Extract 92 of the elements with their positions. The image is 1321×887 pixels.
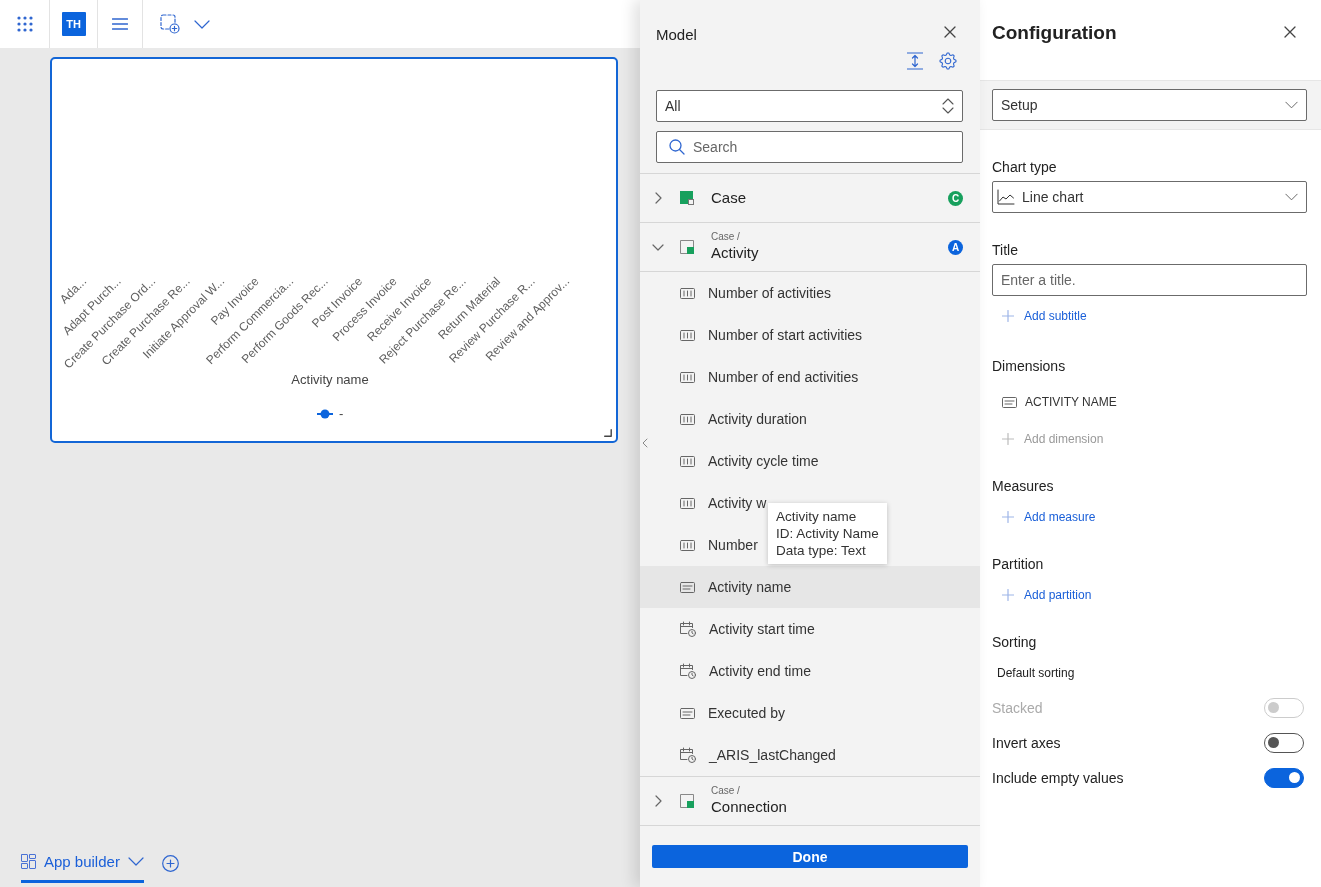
toggle-switch[interactable] bbox=[1264, 733, 1304, 753]
resize-handle-icon[interactable] bbox=[604, 429, 612, 437]
table-name: Connection bbox=[711, 797, 787, 817]
calendar-clock-icon bbox=[680, 747, 696, 763]
panel-title: Model bbox=[656, 25, 697, 45]
axis-title: Activity name bbox=[291, 372, 369, 387]
add-link[interactable]: Add subtitle bbox=[992, 306, 1087, 326]
field-item[interactable]: Activity end time bbox=[709, 663, 811, 679]
section-heading: Partition bbox=[992, 555, 1044, 574]
dashed-square-plus-icon[interactable] bbox=[160, 14, 180, 34]
path-label: Case / bbox=[711, 231, 740, 243]
chevron-left-icon[interactable] bbox=[642, 438, 648, 448]
field-item[interactable]: Activity duration bbox=[708, 411, 807, 427]
section-heading: Measures bbox=[992, 477, 1054, 496]
text-type-icon bbox=[680, 581, 695, 593]
field-label: Chart type bbox=[992, 158, 1057, 177]
filter-select[interactable]: All bbox=[656, 90, 963, 122]
page-tab[interactable]: App builder bbox=[21, 843, 144, 883]
toggle-label: Include empty values bbox=[992, 770, 1124, 786]
view-select[interactable]: Setup bbox=[992, 89, 1307, 121]
field-item[interactable]: Activity w bbox=[708, 495, 767, 511]
path-label: Case / bbox=[711, 785, 740, 797]
plus-icon bbox=[1002, 589, 1014, 601]
plus-icon bbox=[1002, 511, 1014, 523]
caret-icon[interactable] bbox=[194, 19, 210, 29]
number-type-icon bbox=[680, 539, 695, 551]
table-name: Case bbox=[711, 188, 747, 208]
type-badge: A bbox=[948, 239, 963, 255]
user-avatar[interactable]: TH bbox=[61, 12, 86, 36]
caret-icon[interactable] bbox=[1285, 193, 1298, 201]
fit-height-icon[interactable] bbox=[907, 52, 923, 70]
tree-item[interactable]: Case / Activity A bbox=[640, 223, 980, 272]
calendar-clock-icon bbox=[680, 663, 696, 679]
apps-grid-icon[interactable] bbox=[16, 16, 33, 32]
table-name: Activity bbox=[711, 243, 759, 263]
search-field[interactable]: Search bbox=[656, 131, 963, 163]
plus-icon bbox=[1002, 310, 1014, 322]
text-type-icon bbox=[1002, 396, 1017, 408]
field-item[interactable]: Number bbox=[708, 537, 758, 553]
number-type-icon bbox=[680, 497, 695, 509]
search-icon bbox=[669, 139, 685, 155]
tooltip-text: Data type: Text bbox=[776, 542, 867, 559]
dashboard-icon bbox=[21, 854, 36, 869]
number-type-icon bbox=[680, 455, 695, 467]
title-input[interactable]: Enter a title. bbox=[992, 264, 1307, 296]
tooltip-text: ID: Activity Name bbox=[776, 525, 879, 542]
tree-item[interactable]: Case C bbox=[640, 174, 980, 223]
dimension-item[interactable]: ACTIVITY NAME bbox=[992, 392, 1117, 412]
field-item[interactable]: Activity name bbox=[708, 579, 792, 595]
main-table-icon bbox=[680, 191, 694, 205]
close-icon[interactable] bbox=[944, 26, 956, 38]
sorting-value[interactable]: Default sorting bbox=[992, 663, 1075, 683]
number-type-icon bbox=[680, 329, 695, 341]
field-item[interactable]: _ARIS_lastChanged bbox=[709, 747, 836, 763]
field-item[interactable]: Number of end activities bbox=[708, 369, 859, 385]
plus-icon bbox=[1002, 433, 1014, 445]
text-type-icon bbox=[680, 707, 695, 719]
settings-icon[interactable] bbox=[939, 52, 957, 70]
tooltip-text: Activity name bbox=[776, 508, 858, 525]
field-item[interactable]: Number of start activities bbox=[708, 327, 863, 343]
number-type-icon bbox=[680, 413, 695, 425]
field-item[interactable]: Activity start time bbox=[709, 621, 815, 637]
field-item[interactable]: Number of activities bbox=[708, 285, 831, 301]
number-type-icon bbox=[680, 371, 695, 383]
up-down-chevron-icon[interactable] bbox=[942, 97, 954, 115]
caret-icon[interactable] bbox=[1285, 101, 1298, 109]
field-item[interactable]: Executed by bbox=[708, 705, 786, 721]
add-link[interactable]: Add partition bbox=[992, 585, 1092, 605]
tree-item[interactable]: Case / Connection bbox=[640, 777, 980, 826]
toggle-label: Stacked bbox=[992, 700, 1043, 716]
section-heading: Sorting bbox=[992, 633, 1037, 652]
toggle-switch[interactable] bbox=[1264, 768, 1304, 788]
close-icon[interactable] bbox=[1284, 26, 1296, 38]
legend-marker-icon[interactable] bbox=[316, 409, 334, 419]
field-item[interactable]: Activity cycle time bbox=[708, 453, 819, 469]
panel-title: Configuration bbox=[992, 21, 1117, 45]
calendar-clock-icon bbox=[680, 621, 696, 637]
legend-label: - bbox=[339, 406, 344, 421]
menu-icon[interactable] bbox=[112, 18, 128, 30]
add-link[interactable]: Add measure bbox=[992, 507, 1096, 527]
field-label: Title bbox=[992, 241, 1018, 260]
type-badge: C bbox=[948, 190, 963, 206]
line-chart-icon bbox=[997, 189, 1015, 205]
add-circle-icon[interactable] bbox=[161, 854, 179, 872]
toggle-label: Invert axes bbox=[992, 735, 1061, 751]
table-icon bbox=[680, 240, 694, 254]
done-button[interactable]: Done bbox=[652, 845, 968, 868]
caret-icon[interactable] bbox=[127, 857, 144, 866]
table-icon bbox=[680, 794, 694, 808]
number-type-icon bbox=[680, 287, 695, 299]
section-heading: Dimensions bbox=[992, 357, 1066, 376]
chart-type-select[interactable]: Line chart bbox=[992, 181, 1307, 213]
